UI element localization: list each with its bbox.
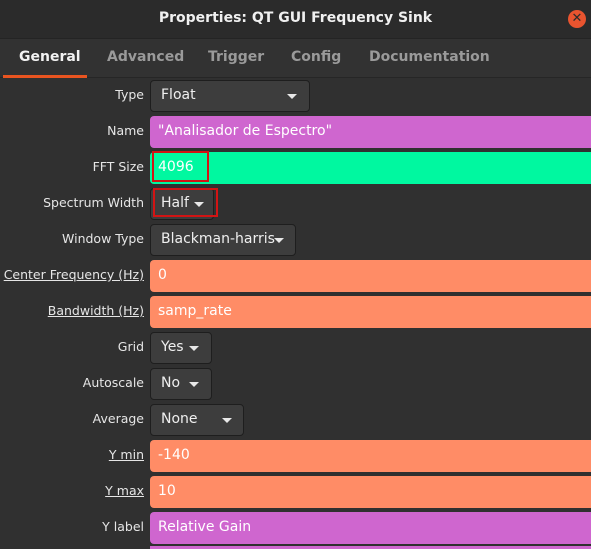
chevron-down-icon — [287, 94, 297, 99]
grid-label: Grid — [117, 339, 144, 354]
fft-size-input[interactable]: 4096 — [150, 152, 591, 184]
average-value: None — [161, 411, 198, 427]
chevron-down-icon — [274, 238, 284, 243]
window-type-label: Window Type — [62, 231, 144, 246]
y-label-input[interactable]: Relative Gain — [150, 512, 591, 544]
bandwidth-value: samp_rate — [158, 303, 232, 319]
field-row-y-max: Y max 10 — [0, 474, 591, 510]
chevron-down-icon — [189, 346, 199, 351]
field-row-y-label: Y label Relative Gain — [0, 510, 591, 546]
tab-documentation[interactable]: Documentation — [369, 49, 490, 65]
y-label-value: Relative Gain — [158, 519, 252, 535]
field-row-average: Average None — [0, 402, 591, 438]
y-label-label: Y label — [102, 519, 144, 534]
field-row-y-min: Y min -140 — [0, 438, 591, 474]
window-type-dropdown[interactable]: Blackman-harris — [150, 224, 296, 256]
field-row-fft-size: FFT Size 4096 — [0, 150, 591, 186]
bandwidth-label: Bandwidth (Hz) — [47, 303, 144, 318]
field-row-window-type: Window Type Blackman-harris — [0, 222, 591, 258]
close-button[interactable]: ✕ — [568, 10, 586, 28]
field-row-center-frequency: Center Frequency (Hz) 0 — [0, 258, 591, 294]
center-frequency-label: Center Frequency (Hz) — [3, 267, 144, 282]
chevron-down-icon — [189, 382, 199, 387]
field-row-bandwidth: Bandwidth (Hz) samp_rate — [0, 294, 591, 330]
spectrum-width-highlight-box — [153, 188, 218, 217]
autoscale-label: Autoscale — [82, 375, 144, 390]
window-title: Properties: QT GUI Frequency Sink — [158, 10, 433, 26]
field-row-grid: Grid Yes — [0, 330, 591, 366]
spectrum-width-label: Spectrum Width — [43, 195, 144, 210]
title-bar: Properties: QT GUI Frequency Sink ✕ — [0, 0, 591, 39]
y-min-value: -140 — [158, 447, 190, 463]
average-label: Average — [92, 411, 144, 426]
type-value: Float — [161, 87, 196, 103]
center-frequency-value: 0 — [158, 267, 167, 283]
window-type-value: Blackman-harris — [161, 231, 275, 247]
type-label: Type — [115, 87, 144, 102]
tab-bar: General Advanced Trigger Config Document… — [0, 39, 591, 78]
properties-form: Type Float Name "Analisador de Espectro"… — [0, 78, 591, 549]
name-value: "Analisador de Espectro" — [158, 123, 333, 139]
y-max-label: Y max — [105, 483, 144, 498]
field-row-spectrum-width: Spectrum Width Half — [0, 186, 591, 222]
bandwidth-input[interactable]: samp_rate — [150, 296, 591, 328]
tab-trigger[interactable]: Trigger — [208, 49, 264, 65]
center-frequency-input[interactable]: 0 — [150, 260, 591, 292]
y-min-input[interactable]: -140 — [150, 440, 591, 472]
fft-size-highlight-box — [152, 151, 209, 182]
tab-advanced[interactable]: Advanced — [107, 49, 184, 65]
field-row-autoscale: Autoscale No — [0, 366, 591, 402]
y-max-input[interactable]: 10 — [150, 476, 591, 508]
close-icon: ✕ — [571, 11, 583, 26]
field-row-name: Name "Analisador de Espectro" — [0, 114, 591, 150]
tab-config[interactable]: Config — [291, 49, 341, 65]
type-dropdown[interactable]: Float — [150, 80, 310, 112]
name-label: Name — [107, 123, 144, 138]
field-row-type: Type Float — [0, 78, 591, 114]
name-input[interactable]: "Analisador de Espectro" — [150, 116, 591, 148]
tab-general[interactable]: General — [19, 49, 81, 65]
y-max-value: 10 — [158, 483, 176, 499]
grid-value: Yes — [161, 339, 184, 355]
autoscale-dropdown[interactable]: No — [150, 368, 212, 400]
autoscale-value: No — [161, 375, 181, 391]
fft-size-label: FFT Size — [92, 159, 144, 174]
grid-dropdown[interactable]: Yes — [150, 332, 212, 364]
average-dropdown[interactable]: None — [150, 404, 244, 436]
chevron-down-icon — [222, 418, 232, 423]
y-min-label: Y min — [108, 447, 144, 462]
